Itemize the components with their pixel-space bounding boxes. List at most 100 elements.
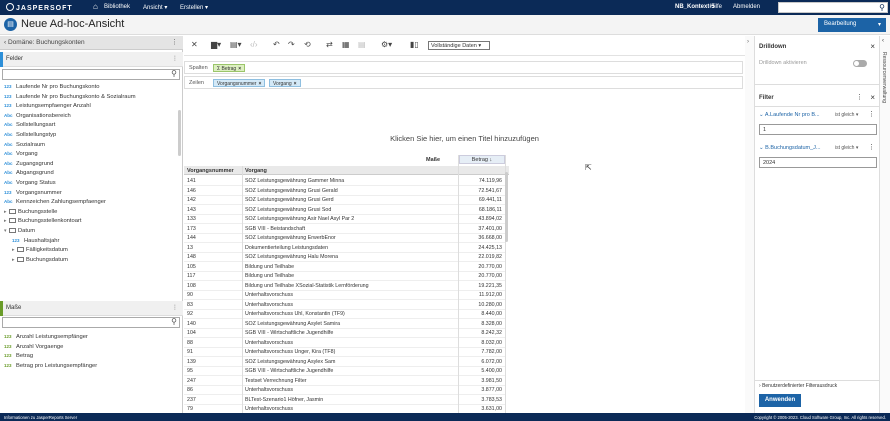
table-row[interactable]: 104 SGB VIII - Wirtschaftliche Jugendhilf…: [184, 328, 505, 338]
columns-shelf[interactable]: Spalten Σ Betrag ×: [184, 61, 743, 74]
table-row[interactable]: 140 SOZ Leistungsgewährung Asylet Samira 8…: [184, 319, 505, 329]
search-icon[interactable]: ⚲: [171, 317, 177, 326]
undo-all-icon[interactable]: ⟲: [304, 40, 311, 49]
rows-shelf[interactable]: Zeilen Vorgangsnummer × Vorgang ×: [184, 76, 743, 89]
view-mode-select[interactable]: Vollständige Daten ▾: [428, 41, 490, 50]
field-item[interactable]: Abc Organisationsbereich: [4, 113, 71, 123]
field-item[interactable]: Abc Sollstellungsart: [4, 122, 55, 132]
field-item[interactable]: ▸ Buchungsstelle: [4, 208, 57, 219]
fields-menu-icon[interactable]: ⋮: [172, 55, 178, 62]
table-row[interactable]: 146 SOZ Leistungsgewährung Grusi Gerald 72…: [184, 186, 505, 196]
filter-menu-icon[interactable]: ⋮: [856, 93, 863, 101]
search-icon[interactable]: ⚲: [879, 3, 885, 12]
field-item[interactable]: Abc Vorgang: [4, 151, 38, 161]
table-row[interactable]: 88 Unterhaltsvorschuss 8.032,00: [184, 338, 505, 348]
save-icon[interactable]: ▆▾: [211, 40, 221, 49]
export-icon[interactable]: ▤▾: [230, 40, 242, 49]
field-item[interactable]: 123 Laufende Nr pro Buchungskonto & Sozia…: [4, 94, 136, 104]
table-row[interactable]: 105 Bildung und Teilhabe 20.770,00: [184, 262, 505, 272]
field-item[interactable]: ▸ Fälligkeitsdatum: [12, 247, 68, 257]
measures-menu-icon[interactable]: ⋮: [172, 304, 178, 311]
field-item[interactable]: ▸ Buchungsstellenkontoart: [4, 218, 82, 228]
filter-2-menu-icon[interactable]: ⋮: [868, 143, 875, 151]
apply-filters-button[interactable]: Anwenden: [759, 394, 801, 407]
table-row[interactable]: 141 SOZ Leistungsgewährung Gammer Minna 74…: [184, 176, 505, 186]
field-item[interactable]: Abc Sozialraum: [4, 142, 45, 152]
chart-type-icon[interactable]: ▮▯: [410, 40, 419, 49]
about-link[interactable]: Informationen zu JasperReports Server: [4, 415, 77, 420]
field-item[interactable]: Abc Kennzeichen Zahlungsempfaenger: [4, 199, 106, 209]
column-header-vorgangsnummer[interactable]: Vorgangsnummer: [187, 168, 234, 174]
search-icon[interactable]: ⚲: [171, 69, 177, 78]
table-row[interactable]: 13 Dokumentierteilung Leistungsdaten 24.42…: [184, 243, 505, 253]
pivot-icon[interactable]: ⇄: [326, 40, 333, 49]
table-row[interactable]: 139 SOZ Leistungsgewährung Asylex Sam 6.07…: [184, 357, 505, 367]
resource-manager-tab[interactable]: ‹ Ressourcenverwaltung: [880, 36, 890, 413]
undo-icon[interactable]: ↶: [273, 40, 280, 49]
table-row[interactable]: 173 SGB VIII - Beistandschaft 37.401,00: [184, 224, 505, 234]
measure-column-header[interactable]: Betrag ↓: [459, 155, 505, 164]
nav-view[interactable]: Ansicht ▾: [143, 4, 167, 11]
table-row[interactable]: 83 Unterhaltsvorschuss 10.280,00: [184, 300, 505, 310]
pill-betrag[interactable]: Σ Betrag ×: [213, 64, 246, 72]
field-item[interactable]: ▸ Buchungsdatum: [12, 256, 68, 267]
sort-icon[interactable]: ▦: [342, 40, 350, 49]
filter-1-menu-icon[interactable]: ⋮: [868, 110, 875, 118]
fields-section-header[interactable]: Felder ⋮: [0, 52, 183, 67]
drilldown-toggle[interactable]: [853, 60, 867, 67]
filter-1-value-input[interactable]: 1: [759, 124, 877, 135]
field-item[interactable]: Abc Sollstellungstyp: [4, 132, 56, 142]
table-row[interactable]: 90 Unterhaltsvorschuss 11.912,00: [184, 290, 505, 300]
edit-mode-button[interactable]: Bearbeitung ▾: [818, 18, 886, 32]
field-item[interactable]: 123 Laufende Nr pro Buchungskonto: [4, 84, 99, 94]
close-icon[interactable]: ✕: [191, 40, 198, 49]
table-row[interactable]: 95 SGB VIII - Wirtschaftliche Jugendhilfe…: [184, 366, 505, 376]
field-item[interactable]: Abc Zugangsgrund: [4, 161, 53, 171]
filter-1-operator[interactable]: ist gleich ▾: [835, 112, 858, 118]
grid-scrollbar[interactable]: [505, 172, 508, 242]
measures-search-input[interactable]: ⚲: [2, 317, 180, 328]
jaspersoft-logo[interactable]: JASPERSOFT: [6, 3, 73, 12]
filter-2-name[interactable]: ⌄ B.Buchungsdatum_J...: [759, 145, 820, 151]
collapse-right-bar[interactable]: ›: [745, 36, 755, 413]
help-link[interactable]: Hilfe: [710, 4, 722, 10]
home-icon[interactable]: ⌂: [93, 2, 98, 11]
measure-item[interactable]: 123 Anzahl Leistungsempfänger: [4, 334, 88, 344]
filter-2-value-input[interactable]: 2024: [759, 157, 877, 168]
redo-icon[interactable]: ↷: [288, 40, 295, 49]
measures-section-header[interactable]: Maße ⋮: [0, 301, 183, 316]
table-row[interactable]: 144 SOZ Leistungsgewährung ErwerbEnor 36.6…: [184, 233, 505, 243]
table-row[interactable]: 86 Unterhaltsvorschuss 3.877,00: [184, 385, 505, 395]
remove-pill-icon[interactable]: ×: [294, 81, 297, 87]
table-row[interactable]: 247 Testset Verrechnung Filter 3.981,50: [184, 376, 505, 386]
domain-menu-icon[interactable]: ⋮: [171, 38, 178, 46]
filter-1-name[interactable]: ⌄ A.Laufende Nr pro B...: [759, 112, 820, 118]
pill-vorgangsnummer[interactable]: Vorgangsnummer ×: [213, 79, 266, 87]
chevron-left-icon[interactable]: ‹: [882, 38, 884, 44]
remove-pill-icon[interactable]: ×: [238, 66, 241, 72]
table-row[interactable]: 117 Bildung und Teilhabe 20.770,00: [184, 271, 505, 281]
pill-vorgang[interactable]: Vorgang ×: [269, 79, 301, 87]
logout-link[interactable]: Abmelden: [733, 4, 760, 10]
code-icon[interactable]: ‹/›: [250, 40, 258, 49]
table-row[interactable]: 133 SOZ Leistungsgewährung Asir Nael Asyl…: [184, 214, 505, 224]
field-item[interactable]: 123 Vorgangsnummer: [4, 190, 62, 200]
table-row[interactable]: 142 SOZ Leistungsgewährung Grusi Gerd 69.4…: [184, 195, 505, 205]
close-drilldown-icon[interactable]: ×: [870, 42, 875, 51]
column-header-vorgang[interactable]: Vorgang: [245, 168, 267, 174]
input-controls-icon[interactable]: ▤: [358, 40, 366, 49]
measure-item[interactable]: 123 Betrag: [4, 353, 33, 363]
field-item[interactable]: 123 Leistungsempfaenger Anzahl: [4, 103, 91, 113]
add-title-hint[interactable]: Klicken Sie hier, um einen Titel hinzuzu…: [184, 134, 745, 143]
field-item[interactable]: ▾ Datum: [4, 228, 35, 238]
fields-scrollbar[interactable]: [178, 110, 181, 156]
field-item[interactable]: Abc Vorgang Status: [4, 180, 56, 190]
table-row[interactable]: 148 SOZ Leistungsgewährung Halu Morena 22.…: [184, 252, 505, 262]
table-row[interactable]: 237 BLTest-Szenario1 Höfner, Jasmin 3.783,…: [184, 395, 505, 405]
measure-item[interactable]: 123 Anzahl Vorgaenge: [4, 344, 63, 354]
chevron-right-icon[interactable]: ›: [747, 39, 749, 45]
options-gear-icon[interactable]: ⚙▾: [381, 40, 392, 49]
nav-library[interactable]: Bibliothek: [104, 4, 130, 10]
remove-pill-icon[interactable]: ×: [258, 81, 261, 87]
close-filter-icon[interactable]: ×: [870, 93, 875, 102]
